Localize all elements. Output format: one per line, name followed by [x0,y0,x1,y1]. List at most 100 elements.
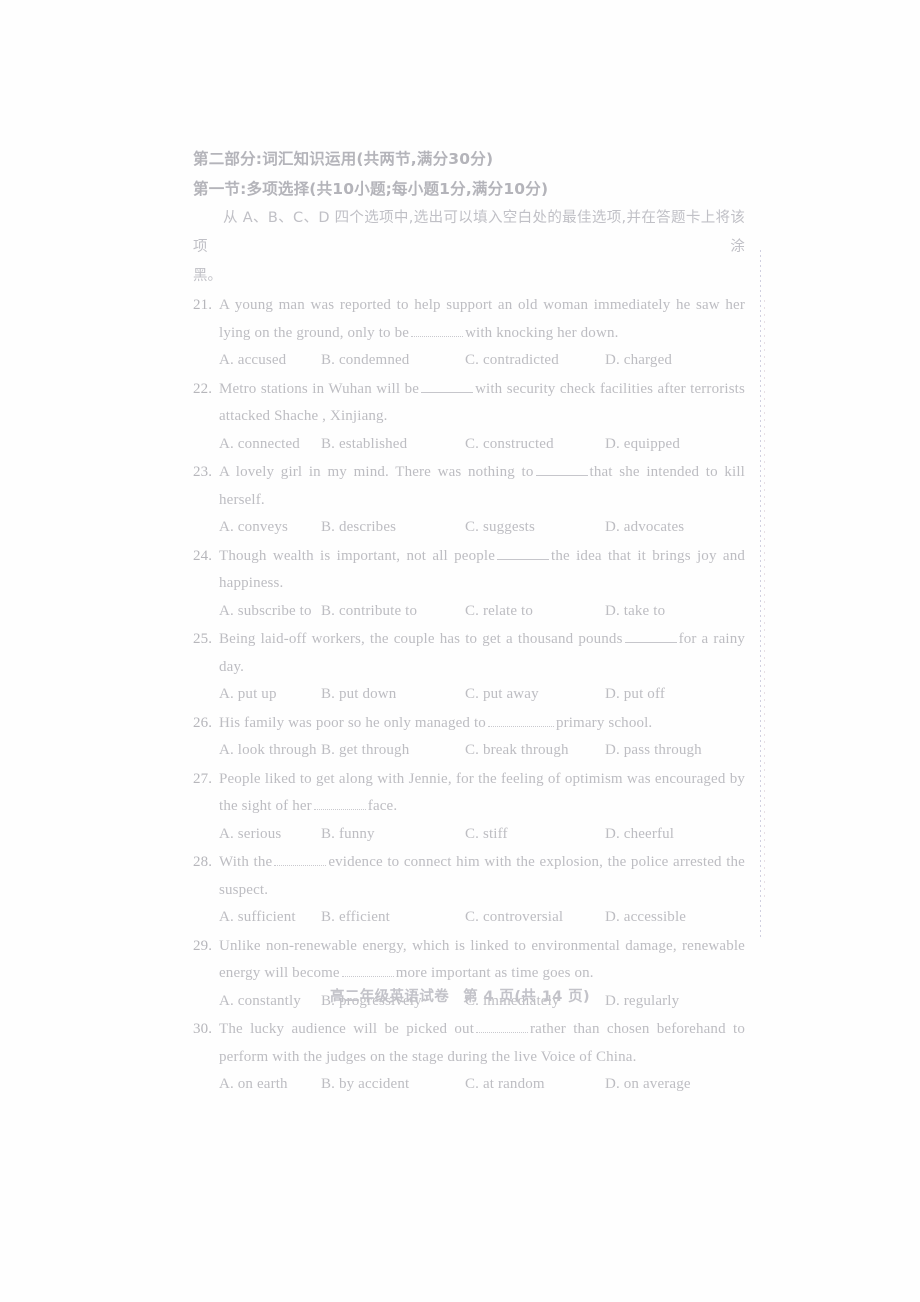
question-text-after-blank: with knocking her down. [465,324,619,341]
scan-artifact-line [760,250,761,940]
question-stem: 30. The lucky audience will be picked out… [193,1016,745,1071]
answer-blank [476,1020,529,1033]
option-a[interactable]: A. conveys [219,514,288,542]
subsection-heading: 第一节:多项选择(共10小题;每小题1分,满分10分) [193,180,549,198]
page-footer: 高二年级英语试卷第 4 页(共 14 页) [0,985,920,1006]
question-item: 25. Being laid-off workers, the couple ha… [193,626,745,709]
option-d[interactable]: D. accessible [605,904,686,932]
question-text-after-blank: primary school. [555,714,653,731]
option-row: A. connected B. established C. construct… [193,431,745,459]
option-d[interactable]: D. cheerful [605,821,674,849]
question-number: 23. [193,464,213,480]
option-a[interactable]: A. look through [219,737,317,765]
question-stem: 28. With the evidence to connect him with … [193,849,745,904]
question-text-before-blank: The lucky audience will be picked out [219,1021,475,1037]
option-a[interactable]: A. sufficient [219,904,296,932]
option-d[interactable]: D. on average [605,1071,691,1099]
option-c[interactable]: C. at random [465,1071,545,1099]
question-item: 24. Though wealth is important, not all p… [193,543,745,626]
question-stem: 23. A lovely girl in my mind. There was n… [193,459,745,514]
question-text-before-blank: With the [219,854,273,870]
option-a[interactable]: A. subscribe to [219,598,312,626]
option-d[interactable]: D. take to [605,598,665,626]
answer-blank [313,797,366,810]
option-row: A. on earth B. by accident C. at random … [193,1071,745,1099]
question-item: 28. With the evidence to connect him with … [193,849,745,932]
option-d[interactable]: D. pass through [605,737,702,765]
question-text-before-blank: Metro stations in Wuhan will be [219,380,420,397]
option-c[interactable]: C. stiff [465,821,508,849]
option-b[interactable]: B. get through [321,737,409,765]
question-text-before-blank: A lovely girl in my mind. There was noth… [219,464,534,480]
option-c[interactable]: C. suggests [465,514,535,542]
scan-artifact-line-secondary [764,300,765,900]
question-item: 30. The lucky audience will be picked out… [193,1016,745,1099]
option-a[interactable]: A. connected [219,431,300,459]
question-text-after-blank: more important as time goes on. [395,965,594,981]
answer-blank [411,324,464,337]
question-item: 27. People liked to get along with Jennie… [193,766,745,849]
question-number: 29. [193,937,213,954]
option-b[interactable]: B. established [321,431,407,459]
section-heading: 第二部分:词汇知识运用(共两节,满分30分) [193,150,494,168]
footer-exam-title: 高二年级英语试卷 [329,989,450,1005]
option-b[interactable]: B. condemned [321,347,409,375]
question-text-before-blank: His family was poor so he only managed t… [219,714,486,731]
question-text-after-blank: face. [367,798,398,814]
option-b[interactable]: B. by accident [321,1071,409,1099]
question-number: 22. [193,380,213,397]
question-stem: 26. His family was poor so he only manage… [193,710,745,738]
option-d[interactable]: D. advocates [605,514,684,542]
option-b[interactable]: B. put down [321,681,396,709]
option-b[interactable]: B. funny [321,821,375,849]
option-row: A. serious B. funny C. stiff D. cheerful [193,821,745,849]
question-text-before-blank: People liked to get along with Jennie, f… [219,770,745,815]
answer-blank [497,547,550,560]
option-row: A. subscribe to B. contribute to C. rela… [193,598,745,626]
option-c[interactable]: C. contradicted [465,347,559,375]
question-item: 26. His family was poor so he only manage… [193,710,745,765]
question-stem: 27. People liked to get along with Jennie… [193,766,745,821]
option-b[interactable]: B. efficient [321,904,390,932]
answer-blank [624,630,677,643]
question-item: 23. A lovely girl in my mind. There was n… [193,459,745,542]
question-stem: 29. Unlike non-renewable energy, which is… [193,933,745,988]
question-number: 21. [193,297,213,313]
exam-page-content: 第二部分:词汇知识运用(共两节,满分30分) 第一节:多项选择(共10小题;每小… [193,144,745,1099]
question-text-before-blank: Though wealth is important, not all peop… [219,547,496,564]
instruction-line-1: 从 A、B、C、D 四个选项中,选出可以填入空白处的最佳选项,并在答题卡上将该项… [193,210,745,255]
option-d[interactable]: D. put off [605,681,665,709]
option-row: A. put up B. put down C. put away D. put… [193,681,745,709]
answer-blank [421,380,474,393]
question-stem: 21. A young man was reported to help supp… [193,292,745,347]
option-a[interactable]: A. serious [219,821,281,849]
option-c[interactable]: C. constructed [465,431,554,459]
option-c[interactable]: C. relate to [465,598,533,626]
option-a[interactable]: A. put up [219,681,277,709]
option-b[interactable]: B. contribute to [321,598,417,626]
option-row: A. sufficient B. efficient C. controvers… [193,904,745,932]
question-number: 25. [193,631,213,647]
question-text-before-blank: Being laid-off workers, the couple has t… [219,631,623,647]
question-item: 21. A young man was reported to help supp… [193,292,745,375]
option-d[interactable]: D. charged [605,347,672,375]
question-number: 30. [193,1021,213,1037]
question-stem: 24. Though wealth is important, not all p… [193,543,745,598]
option-row: A. look through B. get through C. break … [193,737,745,765]
option-a[interactable]: A. accused [219,347,286,375]
question-stem: 25. Being laid-off workers, the couple ha… [193,626,745,681]
question-number: 27. [193,770,213,787]
instruction-line-2: 黑。 [193,268,222,284]
answer-blank [274,853,327,866]
option-d[interactable]: D. equipped [605,431,680,459]
option-c[interactable]: C. controversial [465,904,563,932]
option-c[interactable]: C. break through [465,737,569,765]
answer-blank [341,964,394,977]
option-a[interactable]: A. on earth [219,1071,288,1099]
answer-blank [535,463,588,476]
question-item: 22. Metro stations in Wuhan will be with s… [193,376,745,459]
option-b[interactable]: B. describes [321,514,396,542]
answer-blank [487,714,554,727]
question-number: 24. [193,547,213,564]
option-c[interactable]: C. put away [465,681,539,709]
